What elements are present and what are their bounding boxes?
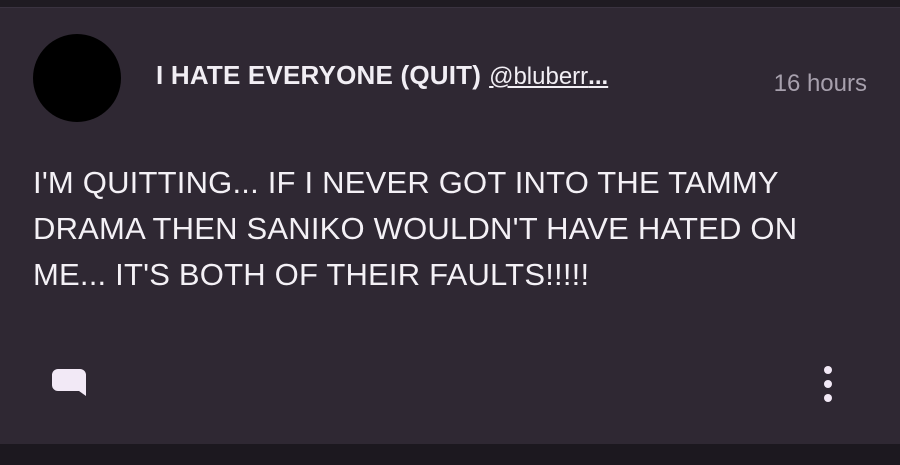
bottom-divider	[0, 444, 900, 465]
handle-truncation: ...	[588, 63, 609, 90]
author-handle-link[interactable]: @bluberr...	[489, 63, 608, 91]
post-timestamp: 16 hours	[773, 70, 867, 97]
more-options-button[interactable]	[808, 360, 848, 408]
reply-button[interactable]	[50, 364, 92, 404]
post-card: I HATE EVERYONE (QUIT) @bluberr... 16 ho…	[0, 7, 900, 444]
avatar[interactable]	[33, 34, 121, 122]
author-handle: @bluberr	[489, 63, 589, 90]
post-body-text: I'M QUITTING... IF I NEVER GOT INTO THE …	[33, 165, 798, 292]
post-header: I HATE EVERYONE (QUIT) @bluberr...	[156, 60, 870, 100]
page: I HATE EVERYONE (QUIT) @bluberr... 16 ho…	[0, 0, 900, 465]
vertical-dots-icon	[824, 366, 832, 402]
author-display-name[interactable]: I HATE EVERYONE (QUIT)	[156, 60, 481, 91]
speech-bubble-icon	[52, 369, 86, 396]
